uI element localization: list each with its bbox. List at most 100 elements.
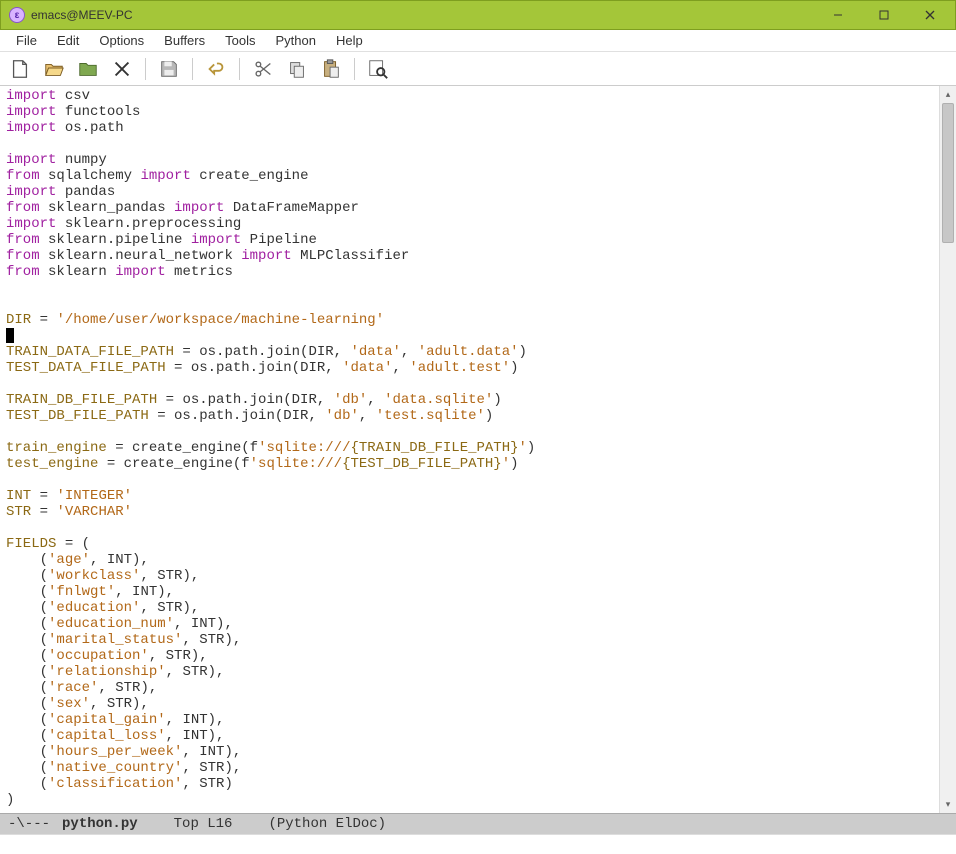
code-text: sklearn.preprocessing <box>56 216 241 232</box>
code-text: ( <box>6 568 48 584</box>
code-text: ( <box>6 728 48 744</box>
code-text: ' <box>502 456 510 472</box>
code-text: 'education_num' <box>48 616 174 632</box>
code-text: from <box>6 168 40 184</box>
menu-tools[interactable]: Tools <box>215 31 265 50</box>
code-text: TRAIN_DATA_FILE_PATH <box>6 344 174 360</box>
code-text: FIELDS <box>6 536 56 552</box>
code-text: = os.path.join(DIR, <box>149 408 325 424</box>
code-text: ( <box>6 776 48 792</box>
code-text: import <box>241 248 291 264</box>
code-text: ) <box>6 792 14 808</box>
code-text: ( <box>6 600 48 616</box>
code-text: ) <box>493 392 501 408</box>
paste-button[interactable] <box>317 56 345 82</box>
toolbar <box>0 52 956 86</box>
mode-line[interactable]: -\--- python.py Top L16 (Python ElDoc) <box>0 813 956 834</box>
window-title: emacs@MEEV-PC <box>31 8 815 22</box>
code-text: ( <box>6 760 48 776</box>
code-text: 'classification' <box>48 776 182 792</box>
code-text: 'native_country' <box>48 760 182 776</box>
code-text: 'sqlite:/// <box>258 440 350 456</box>
code-text: MLPClassifier <box>292 248 410 264</box>
kill-buffer-button[interactable] <box>108 56 136 82</box>
code-text: = <box>31 312 56 328</box>
code-text: import <box>6 184 56 200</box>
code-text: 'data' <box>350 344 400 360</box>
code-text: 'age' <box>48 552 90 568</box>
code-text: os.path <box>56 120 123 136</box>
dired-button[interactable] <box>74 56 102 82</box>
scroll-thumb[interactable] <box>942 103 954 243</box>
menu-edit[interactable]: Edit <box>47 31 89 50</box>
code-editor[interactable]: import csv import functools import os.pa… <box>0 86 939 813</box>
code-text: , STR), <box>182 632 241 648</box>
menu-buffers[interactable]: Buffers <box>154 31 215 50</box>
code-text: ( <box>6 616 48 632</box>
code-text: sklearn_pandas <box>40 200 174 216</box>
code-text: DIR <box>6 312 31 328</box>
copy-button[interactable] <box>283 56 311 82</box>
search-button[interactable] <box>364 56 392 82</box>
code-text: 'VARCHAR' <box>56 504 132 520</box>
code-text: ( <box>6 632 48 648</box>
text-cursor <box>6 328 14 343</box>
code-text: 'hours_per_week' <box>48 744 182 760</box>
code-text: 'INTEGER' <box>56 488 132 504</box>
code-text: 'occupation' <box>48 648 149 664</box>
code-text: , STR), <box>182 760 241 776</box>
modeline-status: -\--- <box>8 816 50 832</box>
maximize-button[interactable] <box>861 1 907 29</box>
cut-button[interactable] <box>249 56 277 82</box>
code-text: ( <box>6 712 48 728</box>
undo-button[interactable] <box>202 56 230 82</box>
code-text: , STR), <box>166 664 225 680</box>
scroll-down-arrow[interactable]: ▾ <box>940 796 956 813</box>
code-text: , STR), <box>140 568 199 584</box>
code-text: ) <box>485 408 493 424</box>
scroll-up-arrow[interactable]: ▴ <box>940 86 956 103</box>
code-text: sklearn.pipeline <box>40 232 191 248</box>
code-text: 'test.sqlite' <box>376 408 485 424</box>
save-icon <box>158 58 180 80</box>
code-text: from <box>6 232 40 248</box>
code-text: csv <box>56 88 90 104</box>
code-text: 'sex' <box>48 696 90 712</box>
modeline-buffer-name: python.py <box>62 816 138 832</box>
code-text: TEST_DB_FILE_PATH <box>6 408 149 424</box>
menu-options[interactable]: Options <box>89 31 154 50</box>
vertical-scrollbar[interactable]: ▴ ▾ <box>939 86 956 813</box>
code-text: = os.path.join(DIR, <box>174 344 350 360</box>
menu-help[interactable]: Help <box>326 31 373 50</box>
menu-python[interactable]: Python <box>265 31 325 50</box>
undo-icon <box>205 58 227 80</box>
code-text: sklearn <box>40 264 116 280</box>
code-text: 'capital_loss' <box>48 728 166 744</box>
code-text: sqlalchemy <box>40 168 141 184</box>
menu-bar: File Edit Options Buffers Tools Python H… <box>0 30 956 52</box>
code-text: import <box>6 216 56 232</box>
code-text: import <box>6 120 56 136</box>
code-text: 'adult.test' <box>409 360 510 376</box>
minimize-icon <box>833 10 843 20</box>
minimize-button[interactable] <box>815 1 861 29</box>
code-text: ' <box>519 440 527 456</box>
code-text: 'fnlwgt' <box>48 584 115 600</box>
open-file-button[interactable] <box>40 56 68 82</box>
code-text: ( <box>6 648 48 664</box>
code-text: STR <box>6 504 31 520</box>
new-file-button[interactable] <box>6 56 34 82</box>
code-text: 'sqlite:/// <box>250 456 342 472</box>
code-text: ) <box>527 440 535 456</box>
code-text: ( <box>6 552 48 568</box>
close-button[interactable] <box>907 1 953 29</box>
minibuffer[interactable] <box>0 834 956 854</box>
code-text: 'race' <box>48 680 98 696</box>
code-text: , <box>401 344 418 360</box>
code-text: , <box>393 360 410 376</box>
code-text: from <box>6 200 40 216</box>
menu-file[interactable]: File <box>6 31 47 50</box>
save-button[interactable] <box>155 56 183 82</box>
code-text: = <box>31 488 56 504</box>
code-text: , INT), <box>115 584 174 600</box>
